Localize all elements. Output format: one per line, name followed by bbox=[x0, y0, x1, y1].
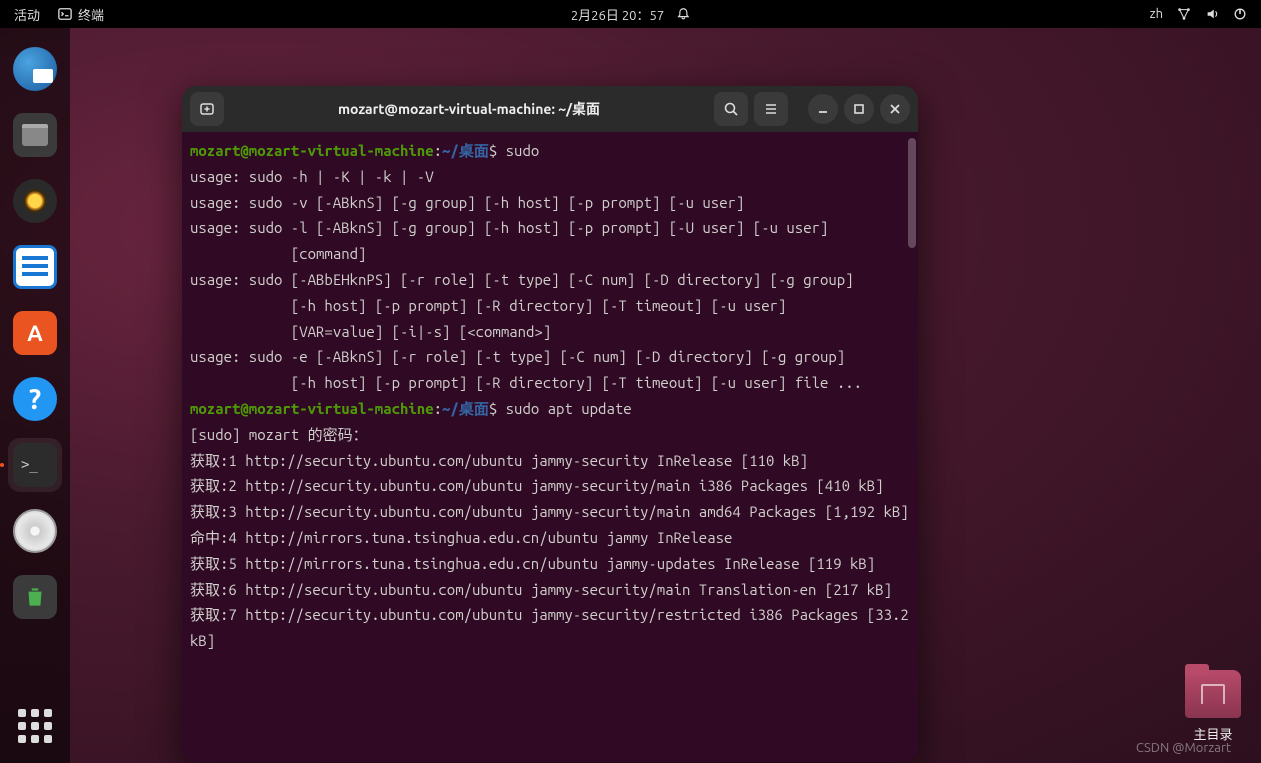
current-app-label: 终端 bbox=[78, 5, 104, 24]
prompt-line-1: mozart@mozart-virtual-machine:~/桌面$ sudo bbox=[190, 138, 910, 164]
output-line: [command] bbox=[190, 241, 910, 267]
close-icon bbox=[887, 101, 903, 117]
apt-line: 获取:3 http://security.ubuntu.com/ubuntu j… bbox=[190, 499, 910, 525]
thunderbird-icon bbox=[13, 47, 57, 91]
output-line: [VAR=value] [-i|-s] [<command>] bbox=[190, 319, 910, 345]
terminal-app-icon: >_ bbox=[13, 443, 57, 487]
network-icon[interactable] bbox=[1177, 7, 1191, 21]
maximize-icon bbox=[851, 101, 867, 117]
apt-line: 获取:5 http://mirrors.tuna.tsinghua.edu.cn… bbox=[190, 551, 910, 577]
writer-icon bbox=[13, 245, 57, 289]
output-line: [-h host] [-p prompt] [-R directory] [-T… bbox=[190, 293, 910, 319]
hamburger-icon bbox=[763, 101, 779, 117]
output-line: usage: sudo -h | -K | -k | -V bbox=[190, 164, 910, 190]
dock-disk[interactable] bbox=[8, 504, 62, 558]
terminal-header: mozart@mozart-virtual-machine: ~/桌面 bbox=[182, 86, 918, 132]
show-applications[interactable] bbox=[8, 699, 62, 753]
apt-line: 命中:4 http://mirrors.tuna.tsinghua.edu.cn… bbox=[190, 525, 910, 551]
output-line: usage: sudo [-ABbEHknPS] [-r role] [-t t… bbox=[190, 267, 910, 293]
disk-icon bbox=[13, 509, 57, 553]
speaker-icon bbox=[13, 179, 57, 223]
terminal-body[interactable]: mozart@mozart-virtual-machine:~/桌面$ sudo… bbox=[182, 132, 918, 762]
new-tab-button[interactable] bbox=[190, 92, 224, 126]
apt-line: 获取:1 http://security.ubuntu.com/ubuntu j… bbox=[190, 448, 910, 474]
terminal-window: mozart@mozart-virtual-machine: ~/桌面 moza… bbox=[182, 86, 918, 762]
dock-ubuntu-software[interactable] bbox=[8, 306, 62, 360]
input-method-indicator[interactable]: zh bbox=[1150, 7, 1163, 21]
dock-rhythmbox[interactable] bbox=[8, 174, 62, 228]
software-icon bbox=[13, 311, 57, 355]
apt-line: 获取:2 http://security.ubuntu.com/ubuntu j… bbox=[190, 473, 910, 499]
minimize-button[interactable] bbox=[808, 94, 838, 124]
sudo-password-prompt: [sudo] mozart 的密码： bbox=[190, 422, 910, 448]
desktop-home-folder[interactable]: 主目录 bbox=[1185, 670, 1241, 743]
minimize-icon bbox=[815, 101, 831, 117]
dock-files[interactable] bbox=[8, 108, 62, 162]
top-bar: 活动 终端 2月26日 20：57 zh bbox=[0, 0, 1261, 28]
dock-help[interactable]: ? bbox=[8, 372, 62, 426]
output-line: [-h host] [-p prompt] [-R directory] [-T… bbox=[190, 370, 910, 396]
home-folder-icon bbox=[1185, 670, 1241, 718]
output-line: usage: sudo -e [-ABknS] [-r role] [-t ty… bbox=[190, 344, 910, 370]
search-icon bbox=[723, 101, 739, 117]
output-line: usage: sudo -l [-ABknS] [-g group] [-h h… bbox=[190, 215, 910, 241]
dock-libreoffice-writer[interactable] bbox=[8, 240, 62, 294]
dock-terminal[interactable]: >_ bbox=[8, 438, 62, 492]
dock-thunderbird[interactable] bbox=[8, 42, 62, 96]
help-icon: ? bbox=[13, 377, 57, 421]
prompt-line-2: mozart@mozart-virtual-machine:~/桌面$ sudo… bbox=[190, 396, 910, 422]
files-icon bbox=[13, 113, 57, 157]
terminal-title: mozart@mozart-virtual-machine: ~/桌面 bbox=[230, 99, 708, 119]
dock-trash[interactable] bbox=[8, 570, 62, 624]
close-button[interactable] bbox=[880, 94, 910, 124]
apt-line: 获取:6 http://security.ubuntu.com/ubuntu j… bbox=[190, 577, 910, 603]
new-tab-icon bbox=[199, 101, 215, 117]
output-line: usage: sudo -v [-ABknS] [-g group] [-h h… bbox=[190, 190, 910, 216]
apt-line: 获取:7 http://security.ubuntu.com/ubuntu j… bbox=[190, 602, 910, 654]
search-button[interactable] bbox=[714, 92, 748, 126]
maximize-button[interactable] bbox=[844, 94, 874, 124]
menu-button[interactable] bbox=[754, 92, 788, 126]
clock[interactable]: 2月26日 20：57 bbox=[571, 5, 664, 24]
trash-icon bbox=[13, 575, 57, 619]
activities-button[interactable]: 活动 bbox=[14, 5, 40, 24]
current-app-indicator[interactable]: 终端 bbox=[58, 5, 104, 24]
volume-icon[interactable] bbox=[1205, 7, 1219, 21]
power-icon[interactable] bbox=[1233, 7, 1247, 21]
scrollbar-thumb[interactable] bbox=[908, 138, 916, 248]
bell-icon[interactable] bbox=[676, 7, 690, 21]
terminal-icon bbox=[58, 7, 72, 21]
apps-grid-icon bbox=[18, 709, 52, 743]
watermark: CSDN @Morzart bbox=[1136, 741, 1231, 755]
dock: ? >_ bbox=[0, 28, 70, 763]
